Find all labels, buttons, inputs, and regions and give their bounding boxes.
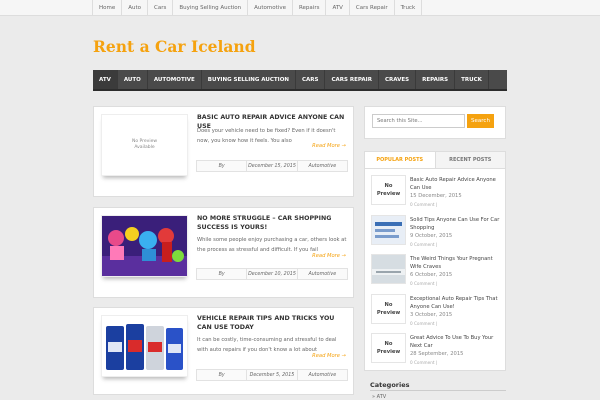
sidebar-post[interactable]: No Preview Great Advice To Use To Buy Yo…	[371, 333, 501, 369]
sidebar-post-comments[interactable]: 0 Comment |	[410, 242, 437, 247]
post-title[interactable]: NO MORE STRUGGLE – CAR SHOPPING SUCCESS …	[197, 215, 349, 232]
post-date: December 10, 2015	[247, 269, 298, 279]
kids-toys-image	[102, 216, 187, 276]
sidebar-post[interactable]: No Preview Basic Auto Repair Advice Anyo…	[371, 175, 501, 211]
sidebar-post-title[interactable]: Great Advice To Use To Buy Your Next Car	[410, 334, 502, 350]
main-nav-cars-repair[interactable]: CARS REPAIR	[325, 70, 379, 89]
main-nav-automotive[interactable]: AUTOMOTIVE	[148, 70, 202, 89]
post-author: By	[197, 370, 248, 380]
main-nav-craves[interactable]: CRAVES	[379, 70, 417, 89]
top-nav: Home Auto Cars Buying Selling Auction Au…	[92, 0, 423, 16]
post-card: NO MORE STRUGGLE – CAR SHOPPING SUCCESS …	[93, 207, 354, 298]
top-nav-auto[interactable]: Auto	[122, 0, 149, 16]
sidebar-post-title[interactable]: Basic Auto Repair Advice Anyone Can Use	[410, 176, 502, 192]
sidebar-post-comments[interactable]: 0 Comment |	[410, 281, 437, 286]
top-nav-automotive[interactable]: Automotive	[248, 0, 293, 16]
top-nav-atv[interactable]: ATV	[326, 0, 350, 16]
search-widget: Search this Site... Search	[364, 106, 506, 139]
post-tabs: POPULAR POSTS RECENT POSTS	[365, 152, 505, 169]
top-bar: Home Auto Cars Buying Selling Auction Au…	[0, 0, 600, 16]
categories-heading: Categories	[370, 381, 410, 389]
top-nav-repairs[interactable]: Repairs	[293, 0, 327, 16]
categories-divider	[370, 390, 506, 391]
sidebar-post-comments[interactable]: 0 Comment |	[410, 202, 437, 207]
category-label[interactable]: ATV	[377, 394, 387, 400]
post-date: December 5, 2015	[247, 370, 298, 380]
post-thumbnail[interactable]	[101, 315, 188, 377]
top-nav-truck[interactable]: Truck	[395, 0, 423, 16]
motor-oil-image	[102, 316, 187, 376]
read-more-link[interactable]: Read More →	[312, 143, 346, 149]
sidebar-post-comments[interactable]: 0 Comment |	[410, 321, 437, 326]
sidebar-post[interactable]: No Preview Exceptional Auto Repair Tips …	[371, 294, 501, 330]
no-preview-thumbnail: No Preview	[371, 294, 406, 324]
no-preview-thumbnail: No Preview	[371, 175, 406, 205]
top-nav-cars[interactable]: Cars	[148, 0, 174, 16]
sidebar-post-comments[interactable]: 0 Comment |	[410, 360, 437, 365]
top-nav-buying-selling-auction[interactable]: Buying Selling Auction	[173, 0, 249, 16]
paperwork-image	[372, 216, 405, 244]
sidebar-post-date: 28 September, 2015	[410, 351, 464, 357]
read-more-link[interactable]: Read More →	[312, 253, 346, 259]
sidebar-post-date: 6 October, 2015	[410, 272, 453, 278]
post-card: No Preview Available BASIC AUTO REPAIR A…	[93, 106, 354, 197]
main-nav-buying-selling-auction[interactable]: BUYING SELLING AUCTION	[202, 70, 296, 89]
top-nav-cars-repair[interactable]: Cars Repair	[350, 0, 395, 16]
car-image	[372, 255, 405, 283]
main-nav: ATV AUTO AUTOMOTIVE BUYING SELLING AUCTI…	[93, 70, 507, 91]
post-author: By	[197, 161, 248, 171]
sidebar-post[interactable]: The Weird Things Your Pregnant Wife Crav…	[371, 254, 501, 290]
search-button[interactable]: Search	[467, 114, 494, 128]
sidebar-post[interactable]: Solid Tips Anyone Can Use For Car Shoppi…	[371, 215, 501, 251]
post-title[interactable]: VEHICLE REPAIR TIPS AND TRICKS YOU CAN U…	[197, 315, 349, 332]
post-thumbnail[interactable]	[101, 215, 188, 277]
post-author: By	[197, 269, 248, 279]
post-category[interactable]: Automotive	[298, 269, 347, 279]
category-item-atv[interactable]: » ATV	[372, 394, 386, 400]
main-nav-repairs[interactable]: REPAIRS	[416, 70, 456, 89]
post-thumbnail	[371, 254, 406, 284]
sidebar-post-date: 9 October, 2015	[410, 233, 453, 239]
sidebar-post-date: 15 December, 2015	[410, 193, 462, 199]
no-preview-placeholder: No Preview Available	[131, 139, 158, 150]
sidebar-post-title[interactable]: Exceptional Auto Repair Tips That Anyone…	[410, 295, 502, 311]
read-more-link[interactable]: Read More →	[312, 353, 346, 359]
main-nav-atv[interactable]: ATV	[93, 70, 118, 89]
post-thumbnail[interactable]: No Preview Available	[101, 114, 188, 176]
tabbed-posts-widget: POPULAR POSTS RECENT POSTS No Preview Ba…	[364, 151, 506, 371]
main-nav-auto[interactable]: AUTO	[118, 70, 148, 89]
post-date: December 15, 2015	[247, 161, 298, 171]
post-thumbnail	[371, 215, 406, 245]
top-nav-home[interactable]: Home	[93, 0, 123, 16]
post-category[interactable]: Automotive	[298, 161, 347, 171]
sidebar-post-title[interactable]: Solid Tips Anyone Can Use For Car Shoppi…	[410, 216, 502, 232]
search-input[interactable]: Search this Site...	[372, 114, 465, 128]
main-nav-cars[interactable]: CARS	[296, 70, 326, 89]
sidebar-post-date: 3 October, 2015	[410, 312, 453, 318]
site-title[interactable]: Rent a Car Iceland	[93, 37, 256, 56]
post-card: VEHICLE REPAIR TIPS AND TRICKS YOU CAN U…	[93, 307, 354, 395]
post-meta: By December 5, 2015 Automotive	[196, 369, 348, 381]
post-meta: By December 10, 2015 Automotive	[196, 268, 348, 280]
post-meta: By December 15, 2015 Automotive	[196, 160, 348, 172]
no-preview-thumbnail: No Preview	[371, 333, 406, 363]
tab-popular-posts[interactable]: POPULAR POSTS	[365, 152, 436, 168]
sidebar-post-title[interactable]: The Weird Things Your Pregnant Wife Crav…	[410, 255, 502, 271]
main-nav-truck[interactable]: TRUCK	[455, 70, 489, 89]
tab-recent-posts[interactable]: RECENT POSTS	[435, 152, 505, 168]
post-category[interactable]: Automotive	[298, 370, 347, 380]
